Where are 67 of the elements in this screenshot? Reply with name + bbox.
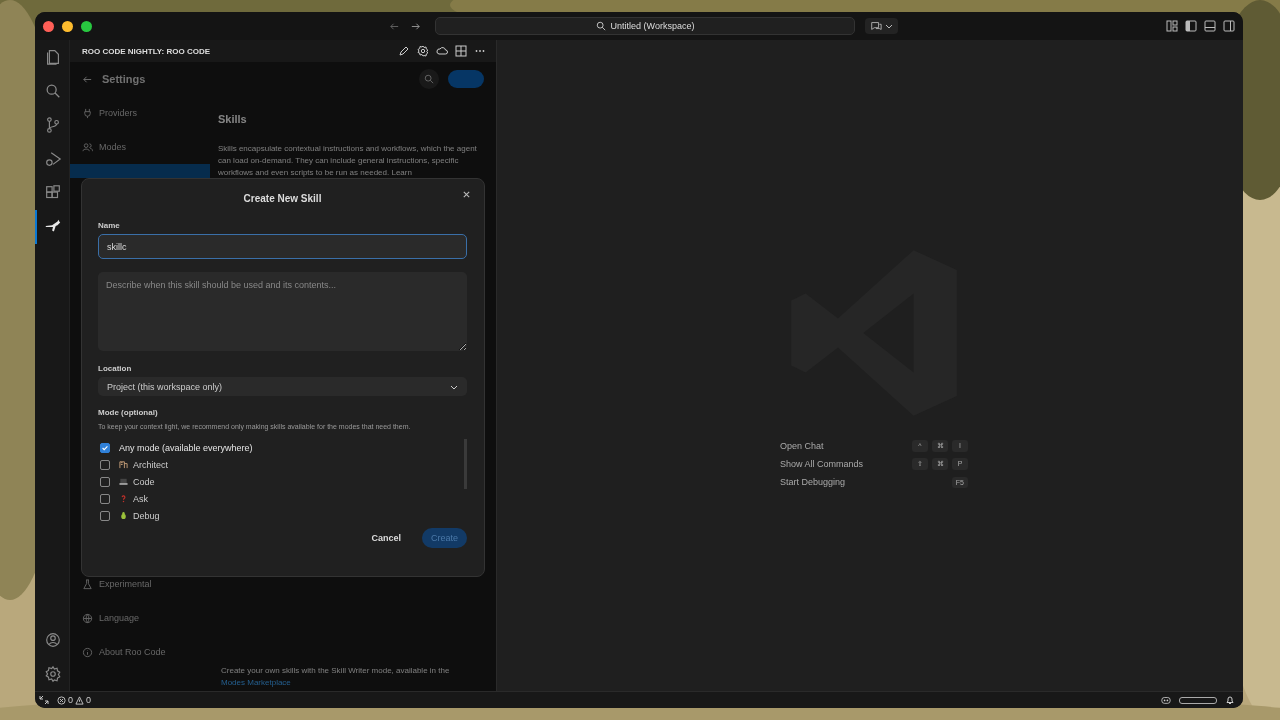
settings-icon[interactable] [417,45,429,57]
question-mark-icon [119,494,128,503]
cancel-button[interactable]: Cancel [362,528,410,548]
globe-icon [82,612,93,624]
bug-icon [119,511,128,520]
shortcut-label: Show All Commands [780,459,864,469]
section-title: Skills [218,113,248,125]
nav-item[interactable]: Experimental [70,567,210,601]
nav-item[interactable]: Providers [70,96,210,130]
sidebar-title: ROO CODE NIGHTLY: ROO CODE [82,46,210,56]
checkbox[interactable] [100,510,110,521]
mode-option: Debug [133,510,160,521]
footer-text: Create your own skills with the Skill Writer mode, available in the Modes Marketplace [220,665,451,689]
nav-item[interactable]: Language [70,601,210,635]
checkbox[interactable] [100,493,110,504]
command-center[interactable]: Untitled (Workspace) [435,17,855,35]
error-icon [57,695,66,705]
bell-icon[interactable] [1225,695,1235,705]
toggle-sidebar-icon[interactable] [1185,20,1197,32]
warning-icon [75,695,84,705]
info-icon [82,646,93,658]
field-label: Mode (optional) [98,408,159,417]
remote-icon[interactable] [39,695,49,705]
section-description: Skills encapsulate contextual instructions and workflows, which the agent can load on-demand. They can include general instructions, specific workflows and even scripts to be run as needed. Learn [218,143,478,179]
maximize-window-button[interactable] [81,20,92,32]
minimize-window-button[interactable] [62,20,73,32]
name-field[interactable]: skillc [98,234,467,259]
status-indicator[interactable] [1179,696,1217,704]
marketplace-link[interactable]: Modes Marketplace [221,678,291,687]
flask-icon [82,578,93,590]
mode-option: Code [133,476,155,487]
field-label: Name [98,221,121,230]
chat-button[interactable] [865,18,898,34]
copilot-icon[interactable] [1161,695,1171,705]
layout-icon[interactable] [1166,20,1178,32]
shortcut-label: Open Chat [780,441,824,451]
location-dropdown[interactable]: Project (this workspace only) [98,377,467,396]
close-window-button[interactable] [43,20,54,32]
checkbox[interactable] [100,476,110,487]
laptop-icon [119,477,128,486]
shortcut-label: Start Debugging [780,477,846,487]
checkbox[interactable] [100,442,110,453]
nav-item[interactable]: Modes [70,130,210,164]
grid-icon[interactable] [455,45,467,57]
mode-option: Architect [133,459,168,470]
field-label: Location [98,364,133,373]
search-icon [595,21,606,31]
close-icon[interactable] [462,190,471,199]
mode-option: Any mode (available everywhere) [119,442,253,453]
pencil-icon[interactable] [398,45,410,57]
chat-icon [870,20,882,32]
toggle-secondary-sidebar-icon[interactable] [1223,20,1235,32]
mode-option: Ask [133,493,148,504]
description-field[interactable]: Describe when this skill should be used and its contents... [98,272,467,351]
problems-indicator[interactable]: 0 0 [57,695,92,705]
workspace-title: Untitled (Workspace) [610,21,695,31]
search-button[interactable] [419,69,439,89]
people-icon [82,141,93,153]
cloud-icon[interactable] [436,45,448,57]
checkbox[interactable] [100,459,110,470]
settings-title: Settings [102,73,146,85]
toggle-panel-icon[interactable] [1204,20,1216,32]
plug-icon [82,107,93,119]
nav-item[interactable]: About Roo Code [70,635,210,669]
caret-icon [885,22,893,30]
search-icon [424,74,434,84]
dialog-title: Create New Skill [242,193,323,204]
